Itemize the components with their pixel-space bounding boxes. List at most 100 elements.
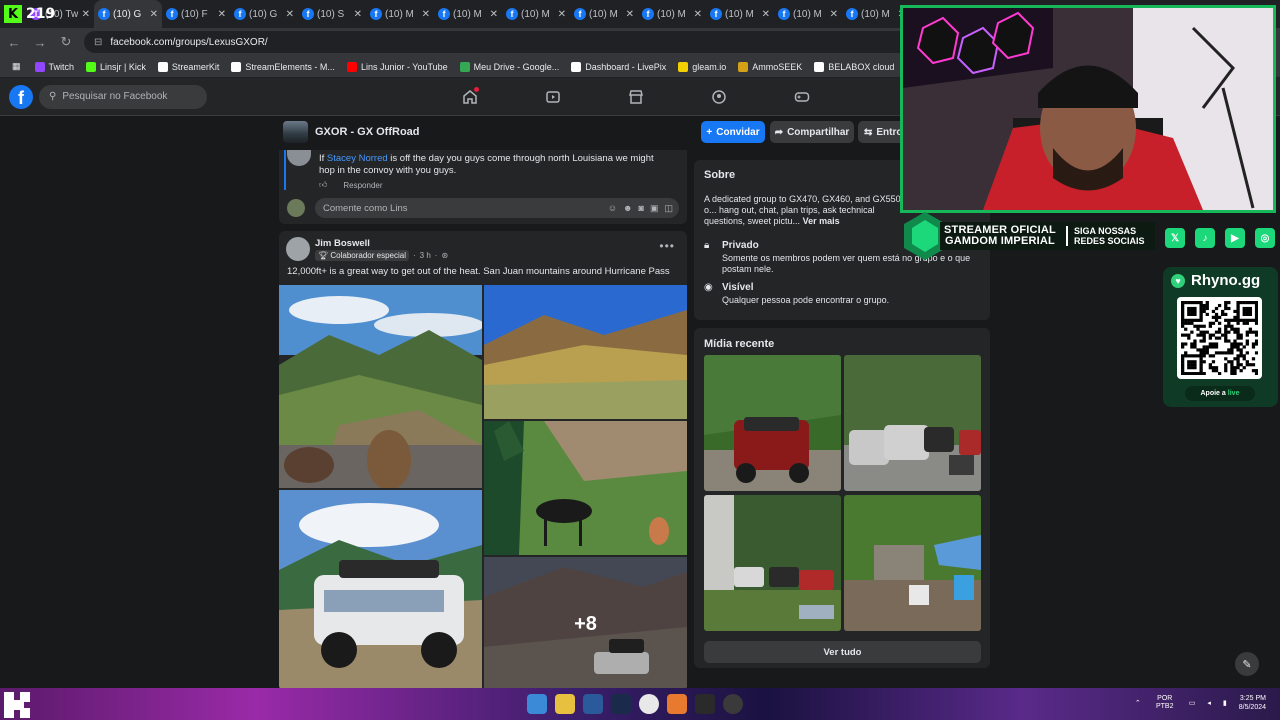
browser-tab[interactable]: f(10) M ✕ bbox=[774, 0, 842, 28]
avatar[interactable] bbox=[287, 150, 311, 166]
qr-module bbox=[1224, 306, 1228, 311]
post-photo-3[interactable] bbox=[484, 421, 687, 555]
bookmark-item[interactable]: BELABOX cloud bbox=[808, 61, 900, 72]
close-tab-icon[interactable]: ✕ bbox=[626, 9, 634, 20]
camera-icon[interactable]: ◙ bbox=[639, 203, 644, 214]
qr-module bbox=[1236, 348, 1240, 352]
close-tab-icon[interactable]: ✕ bbox=[422, 9, 430, 20]
apps-icon[interactable]: ▦ bbox=[6, 61, 29, 72]
reply-link[interactable]: Responder bbox=[343, 181, 382, 190]
close-tab-icon[interactable]: ✕ bbox=[762, 9, 770, 20]
network-icon[interactable]: ▭ bbox=[1189, 699, 1196, 707]
browser-tab[interactable]: f (10) S ✕ bbox=[298, 0, 366, 28]
url-input[interactable]: ⊟ facebook.com/groups/LexusGXOR/ bbox=[84, 31, 964, 53]
bookmark-item[interactable]: Lins Junior - YouTube bbox=[341, 61, 454, 72]
qr-module bbox=[1196, 324, 1200, 328]
terminal-icon[interactable] bbox=[695, 694, 715, 714]
post-time[interactable]: 3 h bbox=[420, 251, 431, 260]
bookmark-item[interactable]: gleam.io bbox=[672, 61, 732, 72]
emoji-icon[interactable]: ☻ bbox=[623, 203, 632, 214]
gaming-icon[interactable] bbox=[787, 82, 817, 112]
mention-link[interactable]: Stacey Norred bbox=[327, 153, 388, 164]
group-title[interactable]: GXOR - GX OffRoad bbox=[315, 126, 420, 138]
media-photo-1[interactable] bbox=[704, 355, 841, 491]
back-icon[interactable]: ← bbox=[2, 30, 26, 54]
close-tab-icon[interactable]: ✕ bbox=[694, 9, 702, 20]
more-options-icon[interactable]: ••• bbox=[659, 239, 675, 253]
steam-icon[interactable] bbox=[611, 694, 631, 714]
file-explorer-icon[interactable] bbox=[555, 694, 575, 714]
qr-module bbox=[1205, 348, 1209, 352]
bookmark-item[interactable]: Meu Drive - Google... bbox=[454, 61, 566, 72]
new-message-icon[interactable]: ✎ bbox=[1235, 652, 1259, 676]
home-icon[interactable] bbox=[455, 82, 485, 112]
avatar-sticker-icon[interactable]: ☺ bbox=[608, 203, 617, 214]
bookmark-item[interactable]: StreamerKit bbox=[152, 61, 226, 72]
close-tab-icon[interactable]: ✕ bbox=[354, 9, 362, 20]
video-icon[interactable] bbox=[538, 82, 568, 112]
sticker-icon[interactable]: ◫ bbox=[664, 203, 673, 214]
app-icon[interactable] bbox=[667, 694, 687, 714]
close-tab-icon[interactable]: ✕ bbox=[82, 9, 90, 20]
battery-icon[interactable]: ▮ bbox=[1223, 699, 1227, 707]
close-tab-icon[interactable]: ✕ bbox=[830, 9, 838, 20]
marketplace-icon[interactable] bbox=[621, 82, 651, 112]
media-photo-4[interactable] bbox=[844, 495, 981, 631]
post-photo-1[interactable] bbox=[279, 285, 482, 488]
facebook-search-input[interactable]: ⚲ Pesquisar no Facebook bbox=[39, 84, 207, 109]
browser-tab[interactable]: f(10) M ✕ bbox=[706, 0, 774, 28]
groups-icon[interactable] bbox=[704, 82, 734, 112]
post-author[interactable]: Jim Boswell bbox=[315, 238, 370, 249]
volume-icon[interactable]: ◂ bbox=[1207, 699, 1211, 707]
app-icon[interactable] bbox=[583, 694, 603, 714]
qr-module bbox=[1224, 369, 1228, 373]
forward-icon[interactable]: → bbox=[28, 30, 52, 54]
like-icon[interactable]: 👍︎ bbox=[319, 180, 327, 190]
media-photo-3[interactable] bbox=[704, 495, 841, 631]
browser-tab[interactable]: f (10) G ✕ bbox=[230, 0, 298, 28]
more-photos-count[interactable]: +8 bbox=[484, 557, 687, 691]
facebook-logo-icon[interactable]: f bbox=[9, 84, 33, 109]
bookmark-item[interactable]: Linsjr | Kick bbox=[80, 61, 152, 72]
close-tab-icon[interactable]: ✕ bbox=[558, 9, 566, 20]
avatar[interactable] bbox=[286, 237, 310, 261]
browser-tab[interactable]: f(10) M ✕ bbox=[570, 0, 638, 28]
post-photo-5[interactable]: +8 bbox=[484, 557, 687, 691]
comment-input[interactable]: Comente como Lins ☺ ☻ ◙ ▣ ◫ bbox=[315, 198, 679, 218]
site-info-icon[interactable]: ⊟ bbox=[94, 37, 102, 48]
windows-start-icon[interactable] bbox=[527, 694, 547, 714]
obs-icon[interactable] bbox=[723, 694, 743, 714]
bookmark-item[interactable]: StreamElements - M... bbox=[225, 61, 341, 72]
qr-module bbox=[1230, 318, 1234, 322]
bookmark-item[interactable]: Dashboard - LivePix bbox=[565, 61, 672, 72]
qr-module bbox=[1230, 348, 1234, 352]
browser-tab[interactable]: f (10) G ✕ bbox=[94, 0, 162, 28]
taskbar-clock[interactable]: 3:25 PM 8/5/2024 bbox=[1239, 694, 1266, 712]
browser-tab[interactable]: f(10) M ✕ bbox=[366, 0, 434, 28]
share-button[interactable]: ➦ Compartilhar bbox=[770, 121, 854, 143]
close-tab-icon[interactable]: ✕ bbox=[150, 9, 158, 20]
close-tab-icon[interactable]: ✕ bbox=[286, 9, 294, 20]
browser-tab[interactable]: f (10) F ✕ bbox=[162, 0, 230, 28]
bookmark-item[interactable]: Twitch bbox=[29, 61, 81, 72]
browser-tab[interactable]: f(10) M ✕ bbox=[638, 0, 706, 28]
browser-tab[interactable]: f(10) M ✕ bbox=[434, 0, 502, 28]
see-more-link[interactable]: Ver mais bbox=[803, 216, 840, 226]
invite-button[interactable]: + Convidar bbox=[701, 121, 765, 143]
qr-module bbox=[1248, 363, 1253, 367]
media-photo-2[interactable] bbox=[844, 355, 981, 491]
chrome-icon[interactable] bbox=[639, 694, 659, 714]
post-photo-2[interactable] bbox=[484, 285, 687, 419]
reload-icon[interactable]: ↻ bbox=[54, 30, 78, 54]
see-all-button[interactable]: Ver tudo bbox=[704, 641, 981, 663]
qr-module bbox=[1211, 333, 1216, 337]
bookmark-item[interactable]: AmmoSEEK bbox=[732, 61, 808, 72]
tray-chevron-icon[interactable]: ⌃ bbox=[1135, 699, 1141, 707]
browser-tab[interactable]: f(10) M ✕ bbox=[502, 0, 570, 28]
close-tab-icon[interactable]: ✕ bbox=[218, 9, 226, 20]
gif-icon[interactable]: ▣ bbox=[650, 203, 659, 214]
close-tab-icon[interactable]: ✕ bbox=[490, 9, 498, 20]
language-indicator[interactable]: POR PTB2 bbox=[1153, 695, 1177, 711]
post-photo-4[interactable] bbox=[279, 490, 482, 691]
group-cover-thumbnail[interactable] bbox=[283, 121, 308, 143]
